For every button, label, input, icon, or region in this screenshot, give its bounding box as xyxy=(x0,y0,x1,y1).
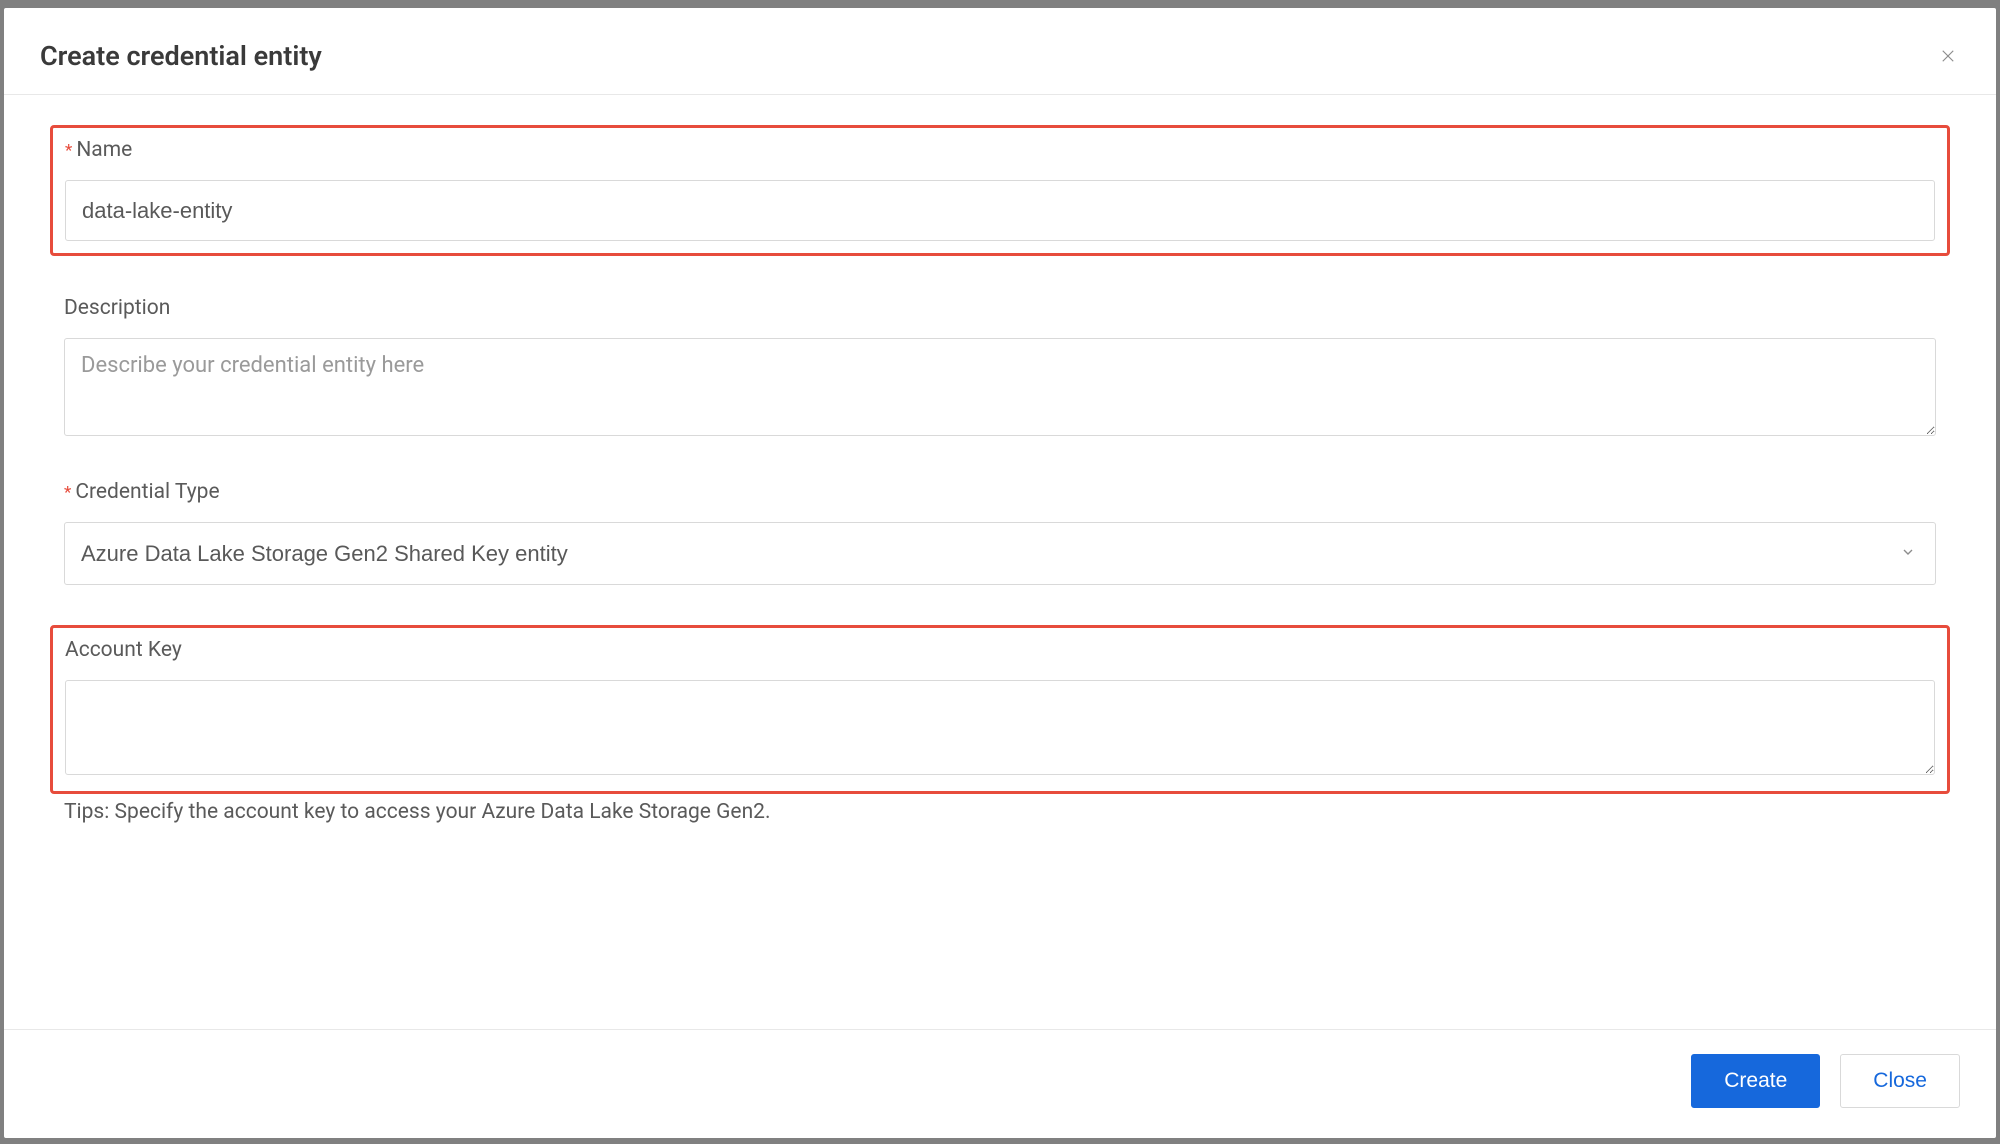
name-input[interactable] xyxy=(65,180,1935,241)
name-field-group: *Name xyxy=(50,125,1950,256)
credential-type-select-wrapper: Azure Data Lake Storage Gen2 Shared Key … xyxy=(64,522,1936,585)
description-field-group: Description xyxy=(64,296,1936,440)
modal-title: Create credential entity xyxy=(40,40,322,72)
account-key-label: Account Key xyxy=(65,638,1935,662)
close-button[interactable]: Close xyxy=(1840,1054,1960,1108)
modal-container: Create credential entity *Name Descripti… xyxy=(4,8,1996,1138)
required-asterisk: * xyxy=(65,141,72,161)
account-key-tips: Tips: Specify the account key to access … xyxy=(64,800,1936,824)
account-key-field-group: Account Key xyxy=(50,625,1950,794)
required-asterisk: * xyxy=(64,483,71,503)
account-key-input[interactable] xyxy=(65,680,1935,775)
close-icon[interactable] xyxy=(1936,44,1960,68)
modal-header: Create credential entity xyxy=(4,8,1996,95)
modal-body: *Name Description *Credential Type Azure… xyxy=(4,95,1996,1029)
description-label: Description xyxy=(64,296,1936,320)
create-button[interactable]: Create xyxy=(1691,1054,1820,1108)
description-input[interactable] xyxy=(64,338,1936,436)
credential-type-select[interactable]: Azure Data Lake Storage Gen2 Shared Key … xyxy=(64,522,1936,585)
credential-type-field-group: *Credential Type Azure Data Lake Storage… xyxy=(64,480,1936,585)
account-key-section: Account Key Tips: Specify the account ke… xyxy=(64,625,1936,824)
name-label: *Name xyxy=(65,138,1935,162)
credential-type-label: *Credential Type xyxy=(64,480,1936,504)
modal-footer: Create Close xyxy=(4,1029,1996,1138)
